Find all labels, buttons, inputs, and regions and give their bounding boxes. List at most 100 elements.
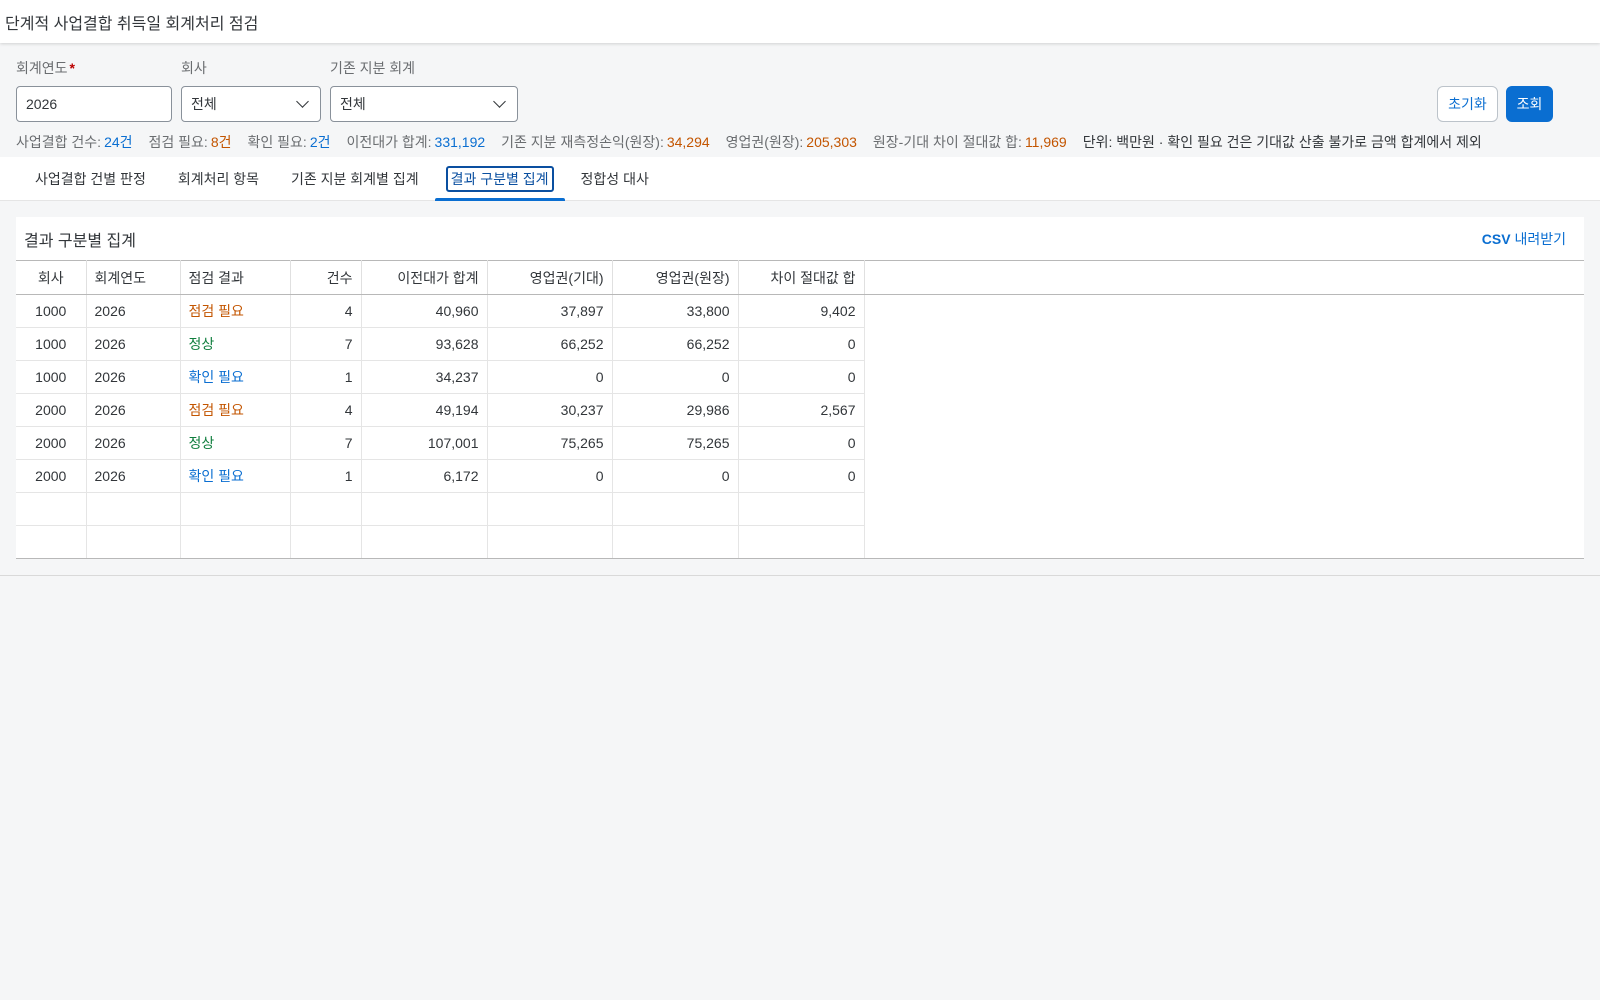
consideration-cell: 34,237 — [361, 360, 488, 394]
diff-cell: 2,567 — [738, 393, 865, 427]
filler-cell — [863, 327, 1584, 361]
count-cell: 7 — [290, 426, 362, 460]
chevron-down-icon — [296, 95, 309, 108]
chevron-down-icon — [493, 95, 506, 108]
count-cell: 1 — [290, 459, 362, 493]
diff-cell: 0 — [738, 426, 865, 460]
goodwill-ledger-cell: 0 — [612, 459, 739, 493]
empty-cell — [612, 492, 739, 526]
tab-1[interactable]: 사업결합 건별 판정 — [19, 157, 162, 201]
goodwill-ledger-cell: 0 — [612, 360, 739, 394]
table-header-row: 회사 회계연도 점검 결과 건수 이전대가 합계 영업권(기대) 영업권(원장)… — [16, 260, 1584, 295]
unit-note: 단위: 백만원 · 확인 필요 건은 기대값 산출 불가로 금액 합계에서 제외 — [1082, 134, 1482, 150]
table-row[interactable]: 2000 2026 정상 7 107,001 75,265 75,265 0 — [16, 426, 1584, 460]
fiscal-year-input[interactable]: 2026 — [16, 86, 172, 122]
goodwill-expected-cell: 0 — [487, 360, 613, 394]
company-cell: 1000 — [16, 294, 87, 328]
search-button[interactable]: 조회 — [1506, 86, 1553, 122]
empty-cell — [86, 492, 181, 526]
result-cell: 확인 필요 — [180, 360, 291, 394]
goodwill-expected-cell: 66,252 — [487, 327, 613, 361]
tab-label: 사업결합 건별 판정 — [35, 170, 146, 187]
year-cell: 2026 — [86, 459, 181, 493]
filler-cell — [863, 294, 1584, 328]
empty-cell — [180, 492, 291, 526]
empty-cell — [863, 492, 1584, 526]
filler-cell — [863, 426, 1584, 460]
consideration-cell: 40,960 — [361, 294, 488, 328]
tab-label: 결과 구분별 집계 — [445, 165, 554, 192]
tab-4[interactable]: 결과 구분별 집계 — [434, 157, 565, 201]
filler-cell — [863, 393, 1584, 427]
company-select[interactable]: 전체 — [181, 86, 321, 122]
company-cell: 1000 — [16, 327, 87, 361]
kpi-label: 점검 필요: — [148, 134, 208, 150]
tab-3[interactable]: 기존 지분 회계별 집계 — [275, 157, 435, 201]
kpi-value: 34,294 — [666, 134, 710, 150]
goodwill-expected-cell: 30,237 — [487, 393, 613, 427]
company-field: 회사 전체 — [181, 59, 321, 122]
company-label: 회사 — [181, 60, 207, 76]
filler-header — [863, 260, 1584, 295]
result-table: 회사 회계연도 점검 결과 건수 이전대가 합계 영업권(기대) 영업권(원장)… — [16, 260, 1584, 559]
company-cell: 1000 — [16, 360, 87, 394]
count-cell: 4 — [290, 294, 362, 328]
column-header[interactable]: 차이 절대값 합 — [738, 260, 865, 295]
result-cell: 확인 필요 — [180, 459, 291, 493]
method-select[interactable]: 전체 — [330, 86, 518, 122]
fiscal-year-label: 회계연도 — [16, 60, 68, 76]
goodwill-expected-cell: 75,265 — [487, 426, 613, 460]
csv-download-button[interactable]: CSV 내려받기 — [1482, 229, 1566, 249]
fiscal-year-field: 회계연도 * 2026 — [16, 59, 172, 122]
kpi-item: 점검 필요: 8건 — [149, 132, 232, 152]
column-header[interactable]: 회계연도 — [86, 260, 181, 295]
column-header[interactable]: 건수 — [290, 260, 362, 295]
consideration-cell: 49,194 — [361, 393, 488, 427]
count-cell: 1 — [290, 360, 362, 394]
reset-button[interactable]: 초기화 — [1437, 86, 1498, 122]
result-cell: 점검 필요 — [180, 393, 291, 427]
kpi-value: 205,303 — [806, 134, 857, 150]
kpi-label: 기존 지분 재측정손익(원장): — [501, 134, 664, 150]
required-marker: * — [69, 60, 75, 76]
result-cell: 정상 — [180, 327, 291, 361]
table-row[interactable]: 1000 2026 정상 7 93,628 66,252 66,252 0 — [16, 327, 1584, 361]
column-header[interactable]: 회사 — [16, 260, 87, 295]
company-cell: 2000 — [16, 459, 87, 493]
tab-label: 기존 지분 회계별 집계 — [291, 170, 419, 187]
result-summary-panel: 결과 구분별 집계 CSV 내려받기 회사 회계연도 점검 결과 건수 이전대가… — [16, 217, 1584, 559]
table-row[interactable]: 2000 2026 확인 필요 1 6,172 0 0 0 — [16, 459, 1584, 493]
column-header[interactable]: 점검 결과 — [180, 260, 291, 295]
empty-cell — [738, 525, 865, 559]
kpi-value: 2건 — [309, 134, 331, 150]
kpi-item: 확인 필요: 2건 — [248, 132, 331, 152]
empty-cell — [180, 525, 291, 559]
goodwill-ledger-cell: 29,986 — [612, 393, 739, 427]
empty-row — [16, 492, 1584, 526]
column-header[interactable]: 이전대가 합계 — [361, 260, 488, 295]
count-cell: 4 — [290, 393, 362, 427]
kpi-label: 사업결합 건수: — [16, 134, 102, 150]
goodwill-expected-cell: 0 — [487, 459, 613, 493]
filler-cell — [863, 360, 1584, 394]
consideration-cell: 107,001 — [361, 426, 488, 460]
year-cell: 2026 — [86, 327, 181, 361]
empty-cell — [487, 525, 613, 559]
page-title: 단계적 사업결합 취득일 회계처리 점검 — [5, 15, 259, 33]
empty-cell — [16, 492, 87, 526]
kpi-value: 11,969 — [1024, 134, 1067, 150]
year-cell: 2026 — [86, 360, 181, 394]
table-row[interactable]: 1000 2026 확인 필요 1 34,237 0 0 0 — [16, 360, 1584, 394]
tab-label: 정합성 대사 — [580, 170, 649, 187]
column-header[interactable]: 영업권(기대) — [487, 260, 613, 295]
kpi-label: 원장-기대 차이 절대값 합: — [872, 134, 1022, 150]
kpi-item: 기존 지분 재측정손익(원장): 34,294 — [501, 132, 710, 152]
column-header[interactable]: 영업권(원장) — [612, 260, 739, 295]
table-row[interactable]: 2000 2026 점검 필요 4 49,194 30,237 29,986 2,567 — [16, 393, 1584, 427]
table-row[interactable]: 1000 2026 점검 필요 4 40,960 37,897 33,800 9,402 — [16, 294, 1584, 328]
tab-2[interactable]: 회계처리 항목 — [162, 157, 275, 201]
diff-cell: 0 — [738, 327, 865, 361]
empty-cell — [86, 525, 181, 559]
kpi-value: 8건 — [210, 134, 232, 150]
tab-5[interactable]: 정합성 대사 — [565, 157, 665, 201]
